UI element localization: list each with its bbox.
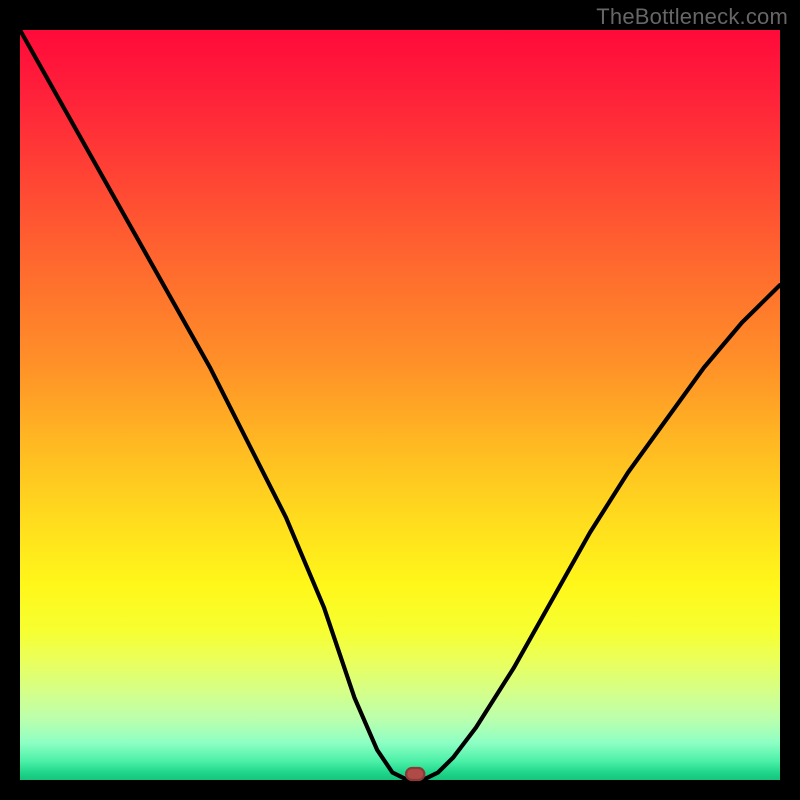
minimum-marker (406, 768, 424, 780)
plot-area (20, 30, 780, 780)
curve-layer (20, 30, 780, 780)
watermark-text: TheBottleneck.com (596, 4, 788, 30)
bottleneck-curve (20, 30, 780, 780)
chart-frame: TheBottleneck.com (0, 0, 800, 800)
